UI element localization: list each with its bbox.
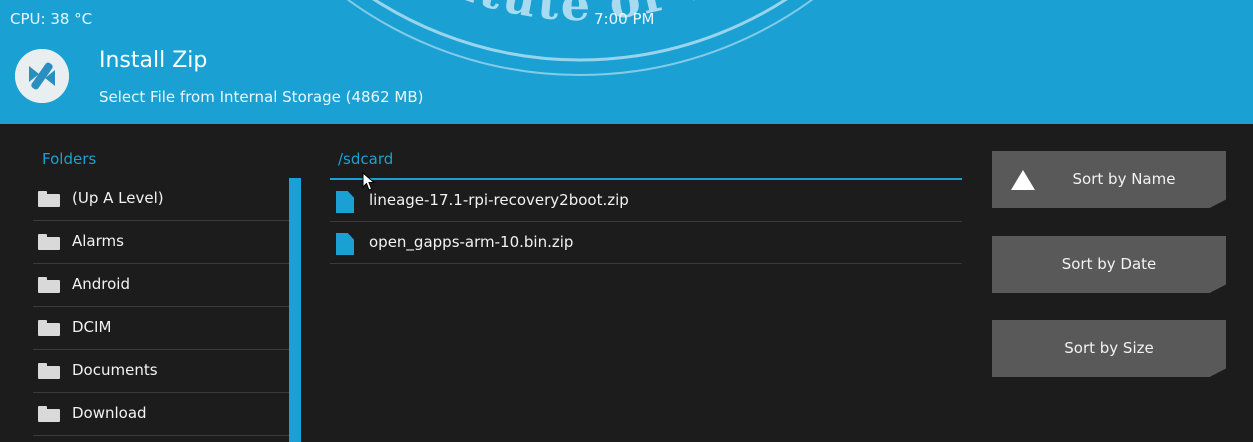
folder-row[interactable]: Alarms <box>33 221 289 264</box>
file-list[interactable]: lineage-17.1-rpi-recovery2boot.zip open_g… <box>330 180 962 264</box>
file-icon <box>336 191 354 213</box>
sort-by-size-label: Sort by Size <box>1064 339 1154 357</box>
file-browser: Folders (Up A Level) Alarms Android DCIM Doc… <box>0 124 1253 442</box>
file-icon <box>336 233 354 255</box>
status-bar: CPU: 38 °C 7:00 PM <box>0 8 1253 34</box>
file-row[interactable]: lineage-17.1-rpi-recovery2boot.zip <box>330 180 962 222</box>
header-bar: CPU: 38 °C 7:00 PM Install Zip Select Fi… <box>0 0 1253 124</box>
page-title: Install Zip <box>99 48 208 73</box>
file-name: lineage-17.1-rpi-recovery2boot.zip <box>369 191 629 209</box>
folder-row[interactable]: Documents <box>33 350 289 393</box>
folder-row[interactable]: Download <box>33 393 289 436</box>
sort-by-date-label: Sort by Date <box>1061 255 1157 273</box>
sort-by-date-button[interactable]: Sort by Date <box>992 236 1226 293</box>
current-path: /sdcard <box>338 150 394 168</box>
sort-by-size-button[interactable]: Sort by Size <box>992 320 1226 377</box>
folder-icon <box>38 406 60 422</box>
folder-label: Download <box>72 404 147 422</box>
folder-row[interactable]: Android <box>33 264 289 307</box>
folder-icon <box>38 191 60 207</box>
folder-label: Alarms <box>72 232 124 250</box>
twrp-logo-icon <box>15 49 69 103</box>
folder-row[interactable]: (Up A Level) <box>33 178 289 221</box>
folder-icon <box>38 363 60 379</box>
cpu-temperature: CPU: 38 °C <box>10 10 93 28</box>
folder-label: (Up A Level) <box>72 189 164 207</box>
file-name: open_gapps-arm-10.bin.zip <box>369 233 574 251</box>
folder-label: Android <box>72 275 130 293</box>
folder-icon <box>38 234 60 250</box>
file-row[interactable]: open_gapps-arm-10.bin.zip <box>330 222 962 264</box>
folder-label: Documents <box>72 361 158 379</box>
folder-scrollbar[interactable] <box>289 178 301 442</box>
clock: 7:00 PM <box>594 10 655 28</box>
folders-heading: Folders <box>42 150 97 168</box>
sort-by-name-button[interactable]: Sort by Name <box>992 151 1226 208</box>
mouse-cursor-icon <box>362 172 376 191</box>
page-subtitle: Select File from Internal Storage (4862 … <box>99 88 424 106</box>
folder-row[interactable]: DCIM <box>33 307 289 350</box>
folder-icon <box>38 320 60 336</box>
folder-list[interactable]: (Up A Level) Alarms Android DCIM Documents Do… <box>33 178 289 436</box>
sort-by-name-label: Sort by Name <box>1072 170 1176 188</box>
folder-label: DCIM <box>72 318 112 336</box>
folder-icon <box>38 277 60 293</box>
